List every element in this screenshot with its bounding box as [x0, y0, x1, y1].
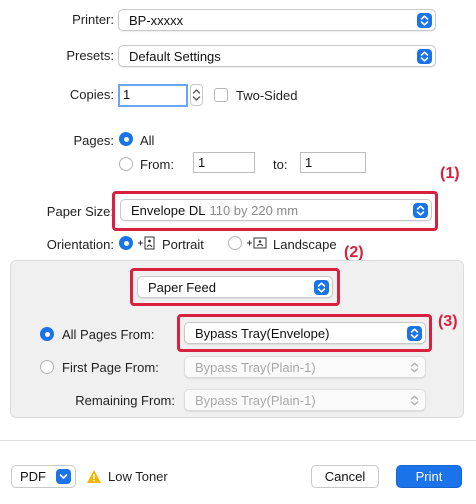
all-pages-value: Bypass Tray(Envelope): [195, 325, 330, 341]
first-page-radio[interactable]: [40, 360, 54, 374]
chevron-updown-icon: [417, 49, 432, 64]
first-page-value: Bypass Tray(Plain-1): [195, 359, 316, 375]
two-sided-label: Two-Sided: [236, 88, 298, 103]
paper-size-value: Envelope DL: [131, 202, 206, 218]
all-pages-radio[interactable]: [40, 327, 54, 341]
footer-divider: [0, 440, 476, 441]
presets-value: Default Settings: [129, 48, 221, 64]
copies-stepper[interactable]: [190, 84, 203, 106]
paper-size-select[interactable]: Envelope DL 110 by 220 mm: [120, 199, 432, 221]
remaining-select[interactable]: Bypass Tray(Plain-1): [184, 389, 426, 411]
chevron-updown-icon: [413, 203, 428, 218]
remaining-value: Bypass Tray(Plain-1): [195, 392, 316, 408]
callout-3: (3): [438, 313, 458, 330]
pages-all-label: All: [140, 133, 155, 148]
printer-label: Printer:: [72, 12, 114, 27]
warning-icon: [86, 469, 102, 487]
pages-label: Pages:: [73, 133, 114, 148]
low-toner-text: Low Toner: [108, 469, 168, 484]
chevron-updown-icon: [407, 393, 422, 408]
pdf-label: PDF: [20, 469, 46, 484]
presets-select[interactable]: Default Settings: [118, 45, 436, 67]
pages-to-label: to:: [273, 157, 288, 172]
pages-from-radio[interactable]: [119, 157, 133, 171]
all-pages-label: All Pages From:: [62, 327, 155, 342]
first-page-label: First Page From:: [62, 360, 159, 375]
copies-field[interactable]: 1: [118, 84, 188, 107]
pages-all-radio[interactable]: [119, 132, 133, 146]
chevron-down-icon: [56, 469, 71, 484]
section-menu-select[interactable]: Paper Feed: [137, 276, 333, 298]
chevron-updown-icon: [314, 280, 329, 295]
orientation-label: Orientation:: [46, 237, 114, 252]
paper-size-label: Paper Size:: [46, 204, 114, 219]
section-menu-value: Paper Feed: [148, 279, 216, 295]
portrait-radio[interactable]: [119, 236, 133, 250]
remaining-label: Remaining From:: [75, 393, 175, 408]
presets-label: Presets:: [66, 48, 114, 63]
paper-size-detail: 110 by 220 mm: [209, 202, 299, 218]
chevron-updown-icon: [407, 360, 422, 375]
first-page-select[interactable]: Bypass Tray(Plain-1): [184, 356, 426, 378]
pages-from-label: From:: [140, 157, 174, 172]
chevron-updown-icon: [407, 326, 422, 341]
print-button[interactable]: Print: [396, 465, 462, 488]
pages-to-field[interactable]: 1: [300, 152, 366, 173]
printer-select[interactable]: BP-xxxxx: [118, 9, 436, 31]
chevron-updown-icon: [417, 13, 432, 28]
stepper-arrows-icon: [192, 89, 201, 101]
landscape-icon: [246, 236, 268, 253]
landscape-radio[interactable]: [228, 236, 242, 250]
callout-1: (1): [440, 165, 460, 182]
portrait-label: Portrait: [162, 237, 204, 252]
portrait-icon: [137, 236, 157, 253]
two-sided-checkbox[interactable]: [214, 88, 228, 102]
pages-from-field[interactable]: 1: [193, 152, 255, 173]
cancel-button[interactable]: Cancel: [311, 465, 379, 488]
landscape-label: Landscape: [273, 237, 337, 252]
printer-value: BP-xxxxx: [129, 12, 184, 28]
all-pages-select[interactable]: Bypass Tray(Envelope): [184, 322, 426, 344]
pdf-menu-button[interactable]: PDF: [11, 465, 76, 488]
copies-label: Copies:: [69, 87, 114, 102]
